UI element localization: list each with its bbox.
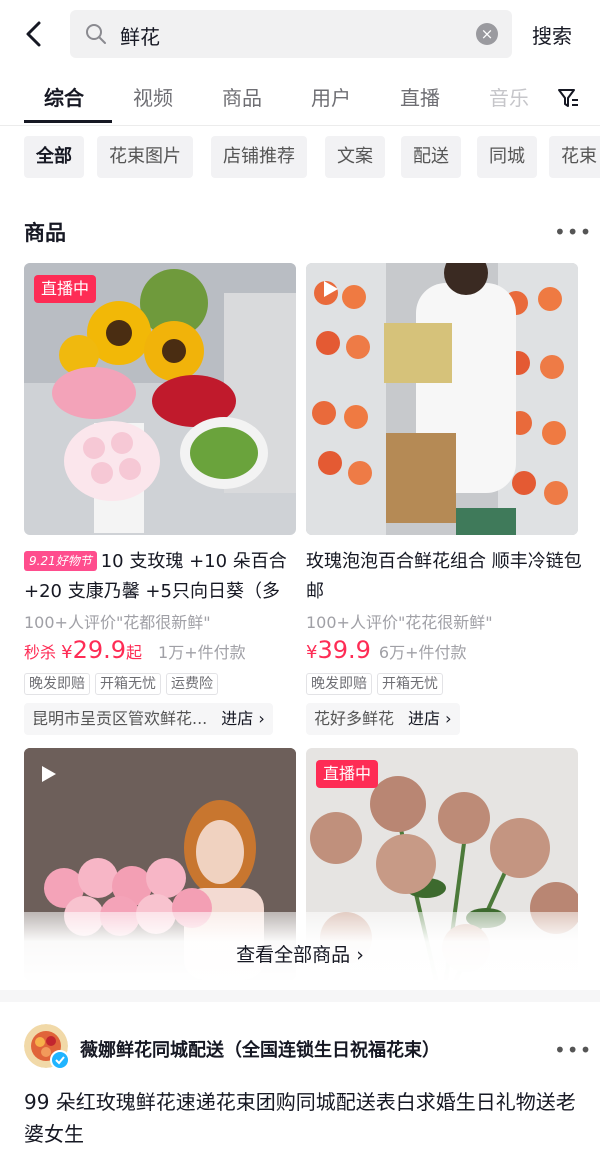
store-name: 花好多鲜花 (314, 709, 395, 728)
chip-bouquet[interactable]: 花束 (549, 136, 600, 178)
tab-video[interactable]: 视频 (133, 82, 173, 111)
view-all-products-link[interactable]: 查看全部商品 › (0, 940, 600, 967)
product-image (306, 263, 578, 535)
play-icon (324, 281, 338, 297)
product-reviews: 100+人评价"花花很新鲜" (306, 613, 493, 632)
service-tag: 晚发即赔 (306, 673, 372, 695)
sold-count: 1万+件付款 (158, 643, 246, 662)
chip-all[interactable]: 全部 (24, 136, 84, 178)
promo-tag: 9.21好物节 (24, 551, 97, 571)
more-icon[interactable]: ••• (554, 220, 592, 244)
product-title: 9.21好物节 10 支玫瑰 +10 朵百合 +20 支康乃馨 +5只向日葵（多 (24, 551, 287, 602)
product-price: 29.9 (72, 636, 126, 664)
filter-chips: 全部 花束图片 店铺推荐 文案 配送 同城 花束 (0, 136, 600, 180)
price-row: 秒杀 ¥29.9起 1万+件付款 (24, 636, 246, 664)
search-query: 鲜花 (120, 25, 160, 49)
result-tabs: 综合 视频 商品 用户 直播 音乐 (0, 70, 600, 126)
product-price: 39.9 (317, 636, 371, 664)
more-icon[interactable]: ••• (554, 1038, 592, 1062)
chip-copywriting[interactable]: 文案 (325, 136, 385, 178)
verified-icon (50, 1050, 70, 1070)
chip-delivery[interactable]: 配送 (401, 136, 461, 178)
search-input[interactable]: 鲜花 × (70, 10, 512, 58)
service-tags: 晚发即赔 开箱无忧 (306, 673, 448, 695)
store-name: 昆明市呈贡区管欢鲜花... (32, 709, 208, 728)
live-badge: 直播中 (34, 275, 97, 303)
service-tags: 晚发即赔 开箱无忧 运费险 (24, 673, 223, 695)
section-divider (0, 990, 600, 1002)
sold-count: 6万+件付款 (378, 643, 467, 662)
service-tag: 晚发即赔 (24, 673, 90, 695)
store-link[interactable]: 昆明市呈贡区管欢鲜花... 进店 › (24, 703, 273, 735)
store-result-description[interactable]: 99 朵红玫瑰鲜花速递花束团购同城配送表白求婚生日礼物送老婆女生 (24, 1086, 584, 1150)
service-tag: 开箱无忧 (377, 673, 443, 695)
live-badge: 直播中 (316, 760, 379, 788)
store-result-name[interactable]: 薇娜鲜花同城配送（全国连锁生日祝福花束） (80, 1036, 440, 1062)
clear-icon[interactable]: × (476, 23, 498, 45)
chevron-left-icon (26, 21, 41, 47)
tab-indicator (24, 120, 112, 123)
tab-users[interactable]: 用户 (311, 82, 351, 111)
service-tag: 开箱无忧 (95, 673, 161, 695)
tab-music[interactable]: 音乐 (489, 82, 529, 111)
service-tag: 运费险 (166, 673, 218, 695)
search-icon (86, 24, 106, 44)
chip-same-city[interactable]: 同城 (477, 136, 537, 178)
back-button[interactable] (18, 18, 50, 50)
store-link[interactable]: 花好多鲜花 进店 › (306, 703, 460, 735)
product-card[interactable]: 直播中 9.21好物节 10 支玫瑰 +10 朵百合 +20 支康乃馨 +5只向日… (24, 263, 296, 739)
play-icon (42, 766, 56, 782)
filter-icon[interactable] (556, 86, 580, 110)
product-reviews: 100+人评价"花都很新鲜" (24, 613, 211, 632)
chip-store-recommend[interactable]: 店铺推荐 (211, 136, 307, 178)
enter-store-link[interactable]: 进店 › (408, 709, 452, 728)
tab-products[interactable]: 商品 (222, 82, 262, 111)
price-row: ¥39.9 6万+件付款 (306, 636, 467, 664)
section-title: 商品 (24, 221, 66, 245)
tab-live[interactable]: 直播 (400, 82, 440, 111)
enter-store-link[interactable]: 进店 › (221, 709, 265, 728)
product-card[interactable]: 玫瑰泡泡百合鲜花组合 顺丰冷链包邮 100+人评价"花花很新鲜" ¥39.9 6万… (306, 263, 582, 739)
search-button[interactable]: 搜索 (532, 20, 572, 49)
tab-all[interactable]: 综合 (44, 82, 84, 111)
product-title: 玫瑰泡泡百合鲜花组合 顺丰冷链包邮 (306, 551, 582, 602)
search-bar: 鲜花 × 搜索 (0, 0, 600, 68)
product-image: 直播中 (24, 263, 296, 535)
chip-bouquet-images[interactable]: 花束图片 (97, 136, 193, 178)
flash-sale-label: 秒杀 (24, 643, 57, 662)
